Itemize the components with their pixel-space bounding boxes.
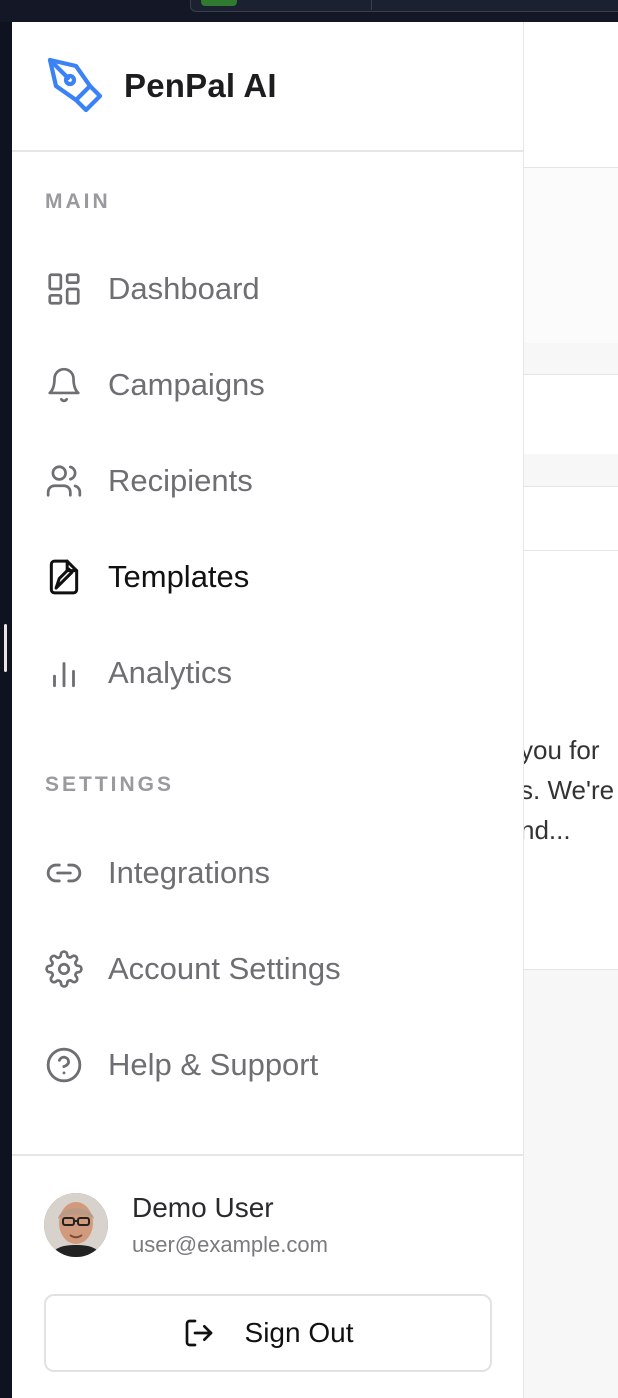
sidebar-item-label: Integrations xyxy=(108,855,270,890)
resize-handle[interactable] xyxy=(4,624,7,672)
sidebar-item-label: Recipients xyxy=(108,463,253,498)
bar-chart-icon xyxy=(44,653,84,693)
sidebar-item-analytics[interactable]: Analytics xyxy=(12,630,524,716)
app-name: PenPal AI xyxy=(124,67,277,104)
sidebar-item-account-settings[interactable]: Account Settings xyxy=(12,926,524,1012)
bg-row xyxy=(524,374,618,454)
brand-header: PenPal AI xyxy=(12,22,523,152)
sign-out-label: Sign Out xyxy=(244,1317,354,1348)
section-label-settings: SETTINGS xyxy=(45,773,175,796)
bell-icon xyxy=(44,365,84,405)
user-email: user@example.com xyxy=(132,1232,328,1257)
sidebar: PenPal AI MAIN Dashboard Campaigns Recip… xyxy=(12,22,524,1398)
sign-out-button[interactable]: Sign Out xyxy=(44,1294,492,1372)
file-signature-icon xyxy=(44,557,84,597)
help-circle-icon xyxy=(44,1045,84,1085)
gear-icon xyxy=(44,949,84,989)
sidebar-item-label: Account Settings xyxy=(108,951,341,986)
bg-text-line: nd... xyxy=(520,815,571,845)
sidebar-item-recipients[interactable]: Recipients xyxy=(12,438,524,524)
sidebar-item-label: Campaigns xyxy=(108,367,265,402)
bg-row xyxy=(524,486,618,552)
browser-chrome xyxy=(0,0,618,22)
bg-header-panel xyxy=(524,22,618,167)
bg-message-preview: you for s. We're nd... xyxy=(520,730,618,850)
sidebar-item-campaigns[interactable]: Campaigns xyxy=(12,342,524,428)
user-name: Demo User xyxy=(132,1192,274,1223)
link-icon xyxy=(44,853,84,893)
sidebar-item-label: Help & Support xyxy=(108,1047,319,1082)
browser-tab-indicator xyxy=(201,0,237,6)
avatar xyxy=(44,1193,108,1257)
user-info: Demo User user@example.com xyxy=(132,1192,328,1258)
sidebar-item-dashboard[interactable]: Dashboard xyxy=(12,246,524,332)
section-label-main: MAIN xyxy=(45,190,111,213)
bg-text-line: you for xyxy=(520,735,600,765)
bg-card xyxy=(524,167,618,343)
sidebar-item-label: Analytics xyxy=(108,655,233,690)
sidebar-item-templates[interactable]: Templates xyxy=(12,534,524,620)
sidebar-item-label: Templates xyxy=(108,559,250,594)
sidebar-footer: Demo User user@example.com Sign Out xyxy=(12,1154,524,1398)
log-out-icon xyxy=(185,1319,212,1347)
pen-logo-icon[interactable] xyxy=(46,56,106,116)
browser-divider xyxy=(371,0,372,10)
sidebar-item-integrations[interactable]: Integrations xyxy=(12,830,524,916)
bg-text-line: s. We're xyxy=(520,775,615,805)
users-icon xyxy=(44,461,84,501)
browser-tab-strip xyxy=(190,0,618,12)
sidebar-item-label: Dashboard xyxy=(108,271,260,306)
dashboard-icon xyxy=(44,269,84,309)
user-profile[interactable]: Demo User user@example.com xyxy=(44,1192,328,1258)
sidebar-item-help-support[interactable]: Help & Support xyxy=(12,1022,524,1108)
window-edge xyxy=(0,22,12,1398)
